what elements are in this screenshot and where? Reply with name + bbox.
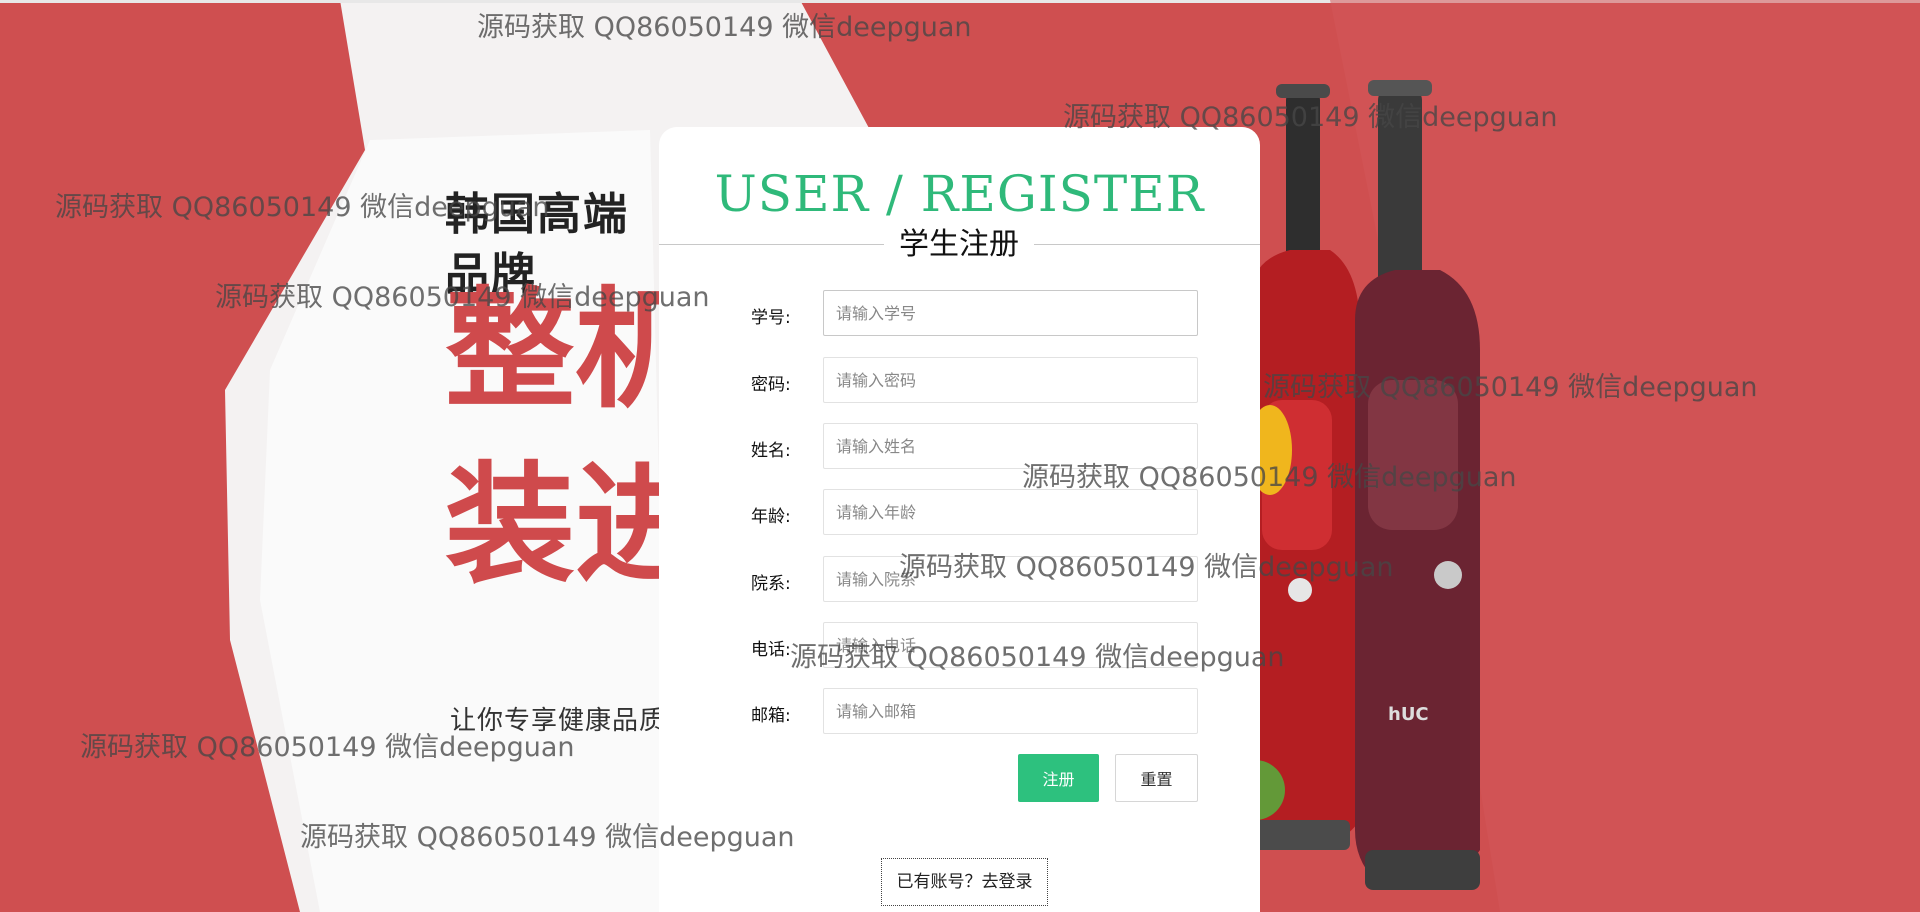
form-title: USER / REGISTER (714, 165, 1205, 223)
password-label: 密码: (751, 375, 791, 395)
name-input[interactable] (823, 423, 1198, 469)
register-panel: USER / REGISTER 学生注册 学号: 密码: 姓名: 年龄: 院系:… (659, 127, 1260, 912)
promo-text: 韩国高端品牌 整机原 装进口 让你专享健康品质生活 (445, 185, 835, 736)
form-subtitle: 学生注册 (884, 225, 1034, 265)
reset-button[interactable]: 重置 (1115, 754, 1198, 802)
field-row-student-id: 学号: (659, 290, 1260, 338)
field-row-email: 邮箱: (659, 688, 1260, 736)
age-input[interactable] (823, 489, 1198, 535)
department-label: 院系: (751, 574, 791, 594)
student-id-input[interactable] (823, 290, 1198, 336)
email-input[interactable] (823, 688, 1198, 734)
password-input[interactable] (823, 357, 1198, 403)
name-label: 姓名: (751, 441, 791, 461)
email-label: 邮箱: (751, 706, 791, 726)
age-label: 年龄: (751, 507, 791, 527)
field-row-department: 院系: (659, 556, 1260, 604)
phone-label: 电话: (751, 640, 791, 660)
go-login-link[interactable]: 已有账号？去登录 (881, 858, 1048, 906)
phone-input[interactable] (823, 622, 1198, 668)
department-input[interactable] (823, 556, 1198, 602)
field-row-password: 密码: (659, 357, 1260, 405)
student-id-label: 学号: (751, 308, 791, 328)
field-row-age: 年龄: (659, 489, 1260, 537)
field-row-phone: 电话: (659, 622, 1260, 670)
field-row-name: 姓名: (659, 423, 1260, 471)
svg-text:hUC: hUC (1388, 704, 1429, 725)
register-button[interactable]: 注册 (1018, 754, 1099, 802)
